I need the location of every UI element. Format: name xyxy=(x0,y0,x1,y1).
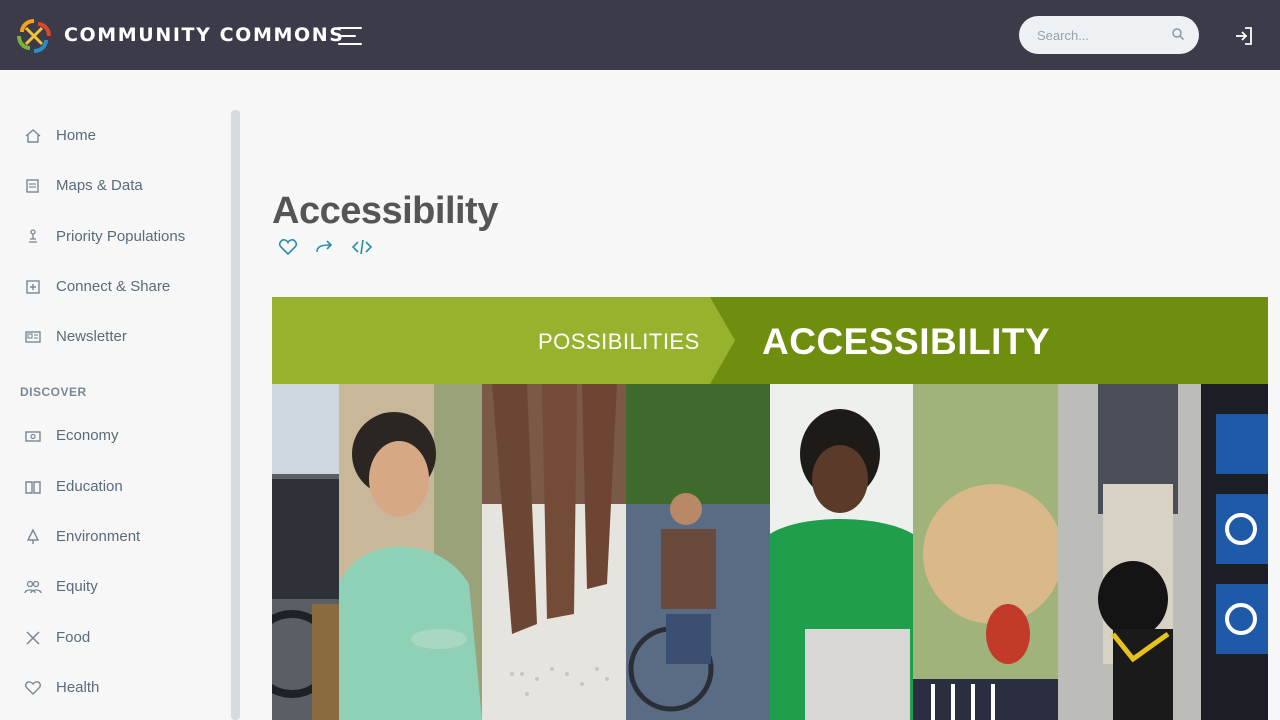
discover-section-title: DISCOVER xyxy=(20,385,87,399)
sidebar-item-economy[interactable]: Economy xyxy=(0,418,228,454)
page-title: Accessibility xyxy=(272,190,498,232)
sidebar-item-label: Maps & Data xyxy=(56,177,143,194)
sidebar-item-label: Health xyxy=(56,679,100,696)
sign-in-icon[interactable] xyxy=(1233,25,1255,47)
sidebar-item-label: Equity xyxy=(56,578,98,595)
sidebar-item-label: Food xyxy=(56,629,91,646)
sidebar-item-food[interactable]: Food xyxy=(0,620,228,656)
tree-icon xyxy=(26,528,40,544)
sidebar-item-education[interactable]: Education xyxy=(0,469,228,505)
accessibility-banner: POSSIBILITIES ACCESSIBILITY xyxy=(272,297,1268,720)
sidebar-item-equity[interactable]: Equity xyxy=(0,569,228,605)
plus-square-icon xyxy=(26,280,40,294)
person-icon xyxy=(29,229,37,243)
search-box xyxy=(1019,16,1199,54)
photo-panel-wheelchair-boardwalk xyxy=(626,384,770,720)
banner-left-label: POSSIBILITIES xyxy=(538,329,700,354)
photo-panel-volunteer xyxy=(770,384,913,720)
photo-panel-wheelchair-vehicle xyxy=(272,384,339,720)
share-arrow-icon[interactable] xyxy=(314,236,336,258)
search-input[interactable] xyxy=(1037,25,1167,45)
community-commons-logo[interactable] xyxy=(16,18,52,54)
book-icon xyxy=(25,481,41,494)
sidebar-item-label: Home xyxy=(56,127,97,144)
sidebar-item-health[interactable]: Health xyxy=(0,670,228,706)
document-icon xyxy=(26,179,39,193)
sidebar-item-maps-data[interactable]: Maps & Data xyxy=(0,168,228,204)
heart-icon xyxy=(25,681,41,695)
photo-panel-woman-phone xyxy=(339,384,482,720)
sidebar-item-label: Priority Populations xyxy=(56,228,186,245)
code-icon[interactable] xyxy=(351,236,373,258)
sidebar-item-home[interactable]: Home xyxy=(0,118,228,154)
sidebar-item-label: Environment xyxy=(56,528,141,545)
hamburger-menu-icon[interactable] xyxy=(338,27,362,45)
people-icon xyxy=(24,580,42,594)
photo-panel-braille xyxy=(482,384,626,720)
sidebar-item-label: Newsletter xyxy=(56,328,127,345)
photo-panel-guide-dog xyxy=(1058,384,1201,720)
sidebar-item-connect-share[interactable]: Connect & Share xyxy=(0,269,228,305)
banner-right-label: ACCESSIBILITY xyxy=(762,321,1051,362)
sidebar-item-label: Education xyxy=(56,478,123,495)
sidebar-item-environment[interactable]: Environment xyxy=(0,519,228,555)
heart-outline-icon[interactable] xyxy=(277,236,299,258)
utensils-icon xyxy=(26,631,40,645)
photo-panel-accessible-parking xyxy=(1201,384,1268,720)
brand-name[interactable]: COMMUNITY COMMONS xyxy=(64,24,345,46)
money-icon xyxy=(25,431,41,442)
sidebar-item-newsletter[interactable]: Newsletter xyxy=(0,319,228,355)
top-navigation-bar: COMMUNITY COMMONS xyxy=(0,0,1280,70)
sidebar: Home Maps & Data Priority Populations Co… xyxy=(0,100,232,720)
search-icon[interactable] xyxy=(1171,27,1185,41)
home-icon xyxy=(25,129,41,143)
sidebar-item-priority-populations[interactable]: Priority Populations xyxy=(0,219,228,255)
sidebar-item-label: Connect & Share xyxy=(56,278,171,295)
sidebar-scrollbar[interactable] xyxy=(231,110,240,720)
newspaper-icon xyxy=(25,331,41,343)
sidebar-item-label: Economy xyxy=(56,427,119,444)
photo-panel-child-ear-protection xyxy=(913,384,1058,720)
